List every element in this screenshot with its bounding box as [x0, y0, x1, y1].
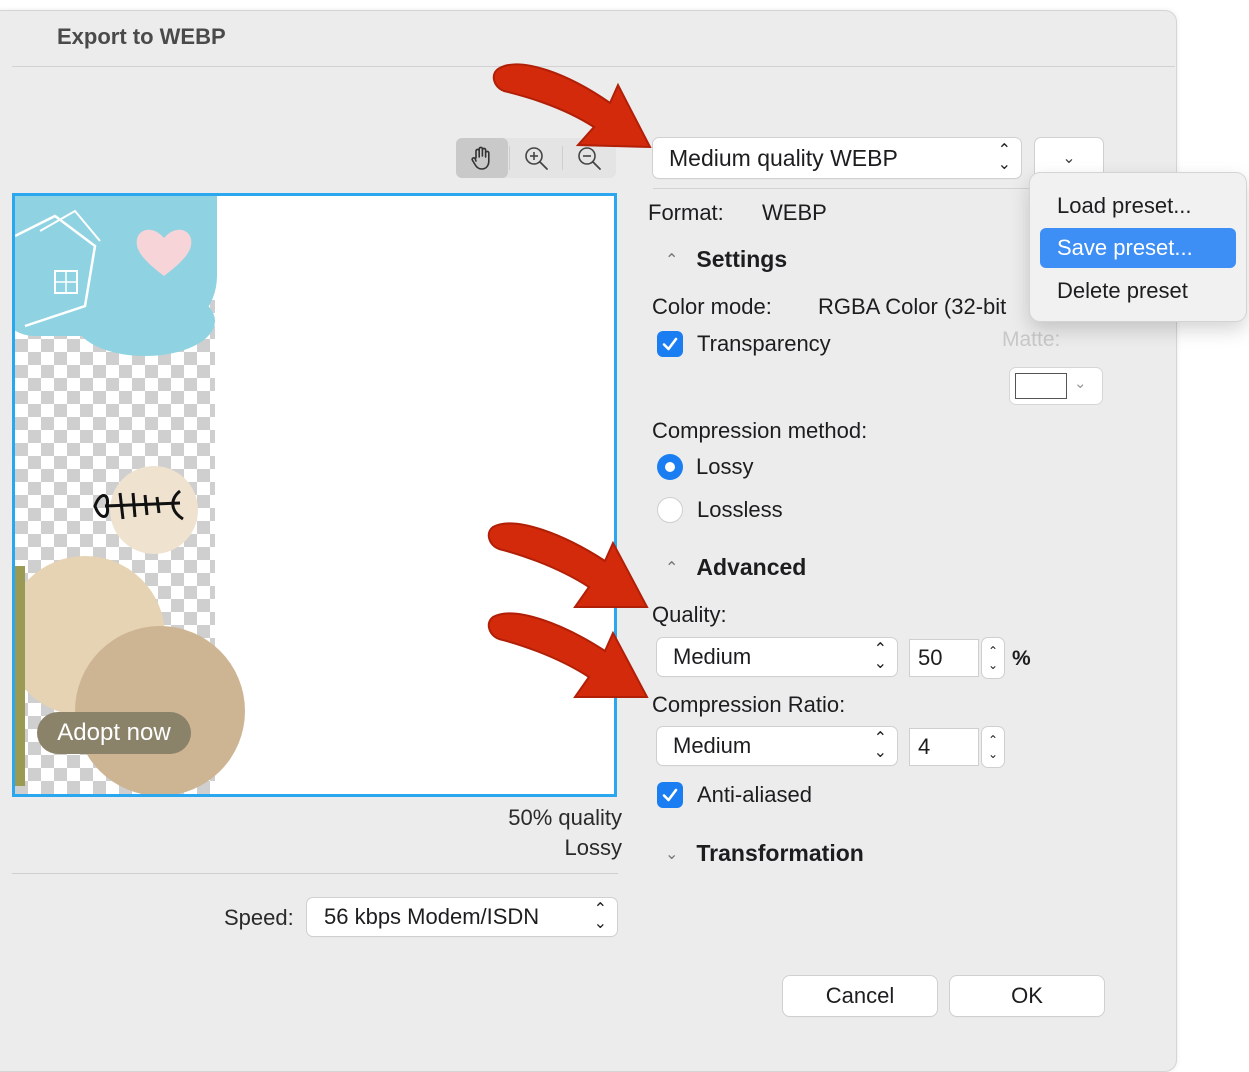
transformation-section-toggle[interactable]: ⌄ Transformation	[665, 840, 864, 867]
compression-preset-select[interactable]: Medium ⌃ ⌄	[657, 727, 897, 765]
speed-select[interactable]: 56 kbps Modem/ISDN ⌃ ⌄	[307, 898, 617, 936]
heart-icon	[136, 229, 192, 276]
chevron-down-icon: ⌄	[665, 845, 679, 863]
annotation-arrow-icon	[487, 522, 649, 608]
cancel-button[interactable]: Cancel	[783, 976, 937, 1016]
color-mode-value[interactable]: RGBA Color (32-bit	[818, 294, 1006, 320]
preset-select[interactable]: Medium quality WEBP ⌃ ⌄	[653, 138, 1021, 178]
checkbox-checked-icon	[657, 782, 683, 808]
compression-ratio-label: Compression Ratio:	[652, 692, 846, 717]
quality-label: Quality:	[652, 602, 727, 627]
fish-bone-icon	[93, 489, 184, 521]
anti-aliased-checkbox[interactable]: Anti-aliased	[657, 782, 812, 808]
radio-unselected-icon	[657, 497, 683, 523]
compression-preset-value: Medium	[673, 733, 752, 758]
speed-value: 56 kbps Modem/ISDN	[324, 904, 540, 929]
chevron-down-icon: ⌄	[1074, 375, 1087, 392]
ok-button[interactable]: OK	[950, 976, 1104, 1016]
advanced-section-toggle[interactable]: ⌃ Advanced	[665, 554, 806, 581]
updown-chevron-icon: ⌃ ⌄	[873, 730, 887, 761]
photo-edge	[15, 566, 25, 786]
format-label: Format:	[648, 200, 724, 225]
quality-preset-select[interactable]: Medium ⌃ ⌄	[657, 638, 897, 676]
updown-chevron-icon: ⌃ ⌄	[873, 641, 887, 672]
adopt-now-button: Adopt now	[37, 712, 191, 754]
format-value: WEBP	[762, 200, 827, 225]
compression-value: 4	[918, 734, 931, 759]
lossless-label: Lossless	[697, 497, 783, 522]
color-mode-label: Color mode:	[652, 294, 772, 319]
advanced-header: Advanced	[696, 554, 807, 580]
stepper-down-icon: ⌄	[987, 747, 999, 761]
matte-color-picker[interactable]: ⌄	[1010, 368, 1102, 404]
chevron-down-icon: ⌄	[1062, 150, 1076, 167]
updown-chevron-icon: ⌃ ⌄	[593, 901, 607, 932]
preset-menu-button[interactable]: ⌄	[1035, 138, 1103, 178]
anti-aliased-label: Anti-aliased	[697, 782, 812, 807]
compression-stepper[interactable]: ⌃ ⌄	[982, 727, 1004, 767]
quality-value-input[interactable]: 50	[910, 640, 978, 676]
tan-circle	[75, 626, 245, 794]
checkbox-checked-icon	[657, 331, 683, 357]
settings-section-toggle[interactable]: ⌃ Settings	[665, 246, 787, 273]
image-preview[interactable]: Adopt now	[12, 193, 617, 797]
matte-label: Matte:	[1002, 328, 1061, 351]
menu-item-load-preset[interactable]: Load preset...	[1040, 186, 1236, 226]
menu-item-save-preset[interactable]: Save preset...	[1040, 228, 1236, 268]
stepper-up-icon: ⌃	[987, 733, 999, 747]
dialog-title: Export to WEBP	[57, 24, 226, 49]
speed-label: Speed:	[224, 905, 294, 930]
preview-info: 50% quality Lossy	[470, 803, 622, 863]
lossy-label: Lossy	[696, 454, 754, 479]
stepper-up-icon: ⌃	[987, 644, 999, 658]
matte-color-swatch	[1015, 373, 1067, 399]
chevron-up-icon: ⌃	[665, 559, 679, 577]
preview-method-text: Lossy	[564, 835, 622, 860]
lossy-radio[interactable]: Lossy	[657, 454, 753, 480]
menu-item-delete-preset[interactable]: Delete preset	[1040, 271, 1236, 311]
transparency-checkbox[interactable]: Transparency	[657, 331, 831, 357]
stepper-down-icon: ⌄	[987, 658, 999, 672]
quality-stepper[interactable]: ⌃ ⌄	[982, 638, 1004, 678]
preset-dropdown-menu: Load preset... Save preset... Delete pre…	[1030, 173, 1246, 321]
annotation-arrow-icon	[492, 63, 652, 149]
lossless-radio[interactable]: Lossless	[657, 497, 783, 523]
compression-value-input[interactable]: 4	[910, 729, 978, 765]
preview-divider	[12, 873, 618, 874]
compression-method-label: Compression method:	[652, 418, 868, 443]
transformation-header: Transformation	[696, 840, 864, 866]
preset-value: Medium quality WEBP	[669, 144, 898, 171]
annotation-arrow-icon	[487, 612, 649, 698]
preview-quality-text: 50% quality	[508, 805, 622, 830]
quality-preset-value: Medium	[673, 644, 752, 669]
quality-unit: %	[1012, 647, 1031, 670]
updown-chevron-icon: ⌃ ⌄	[997, 142, 1011, 173]
transparency-label: Transparency	[697, 331, 831, 356]
radio-selected-icon	[657, 454, 683, 480]
settings-header: Settings	[696, 246, 788, 272]
quality-value: 50	[918, 645, 943, 670]
chevron-up-icon: ⌃	[665, 251, 679, 269]
